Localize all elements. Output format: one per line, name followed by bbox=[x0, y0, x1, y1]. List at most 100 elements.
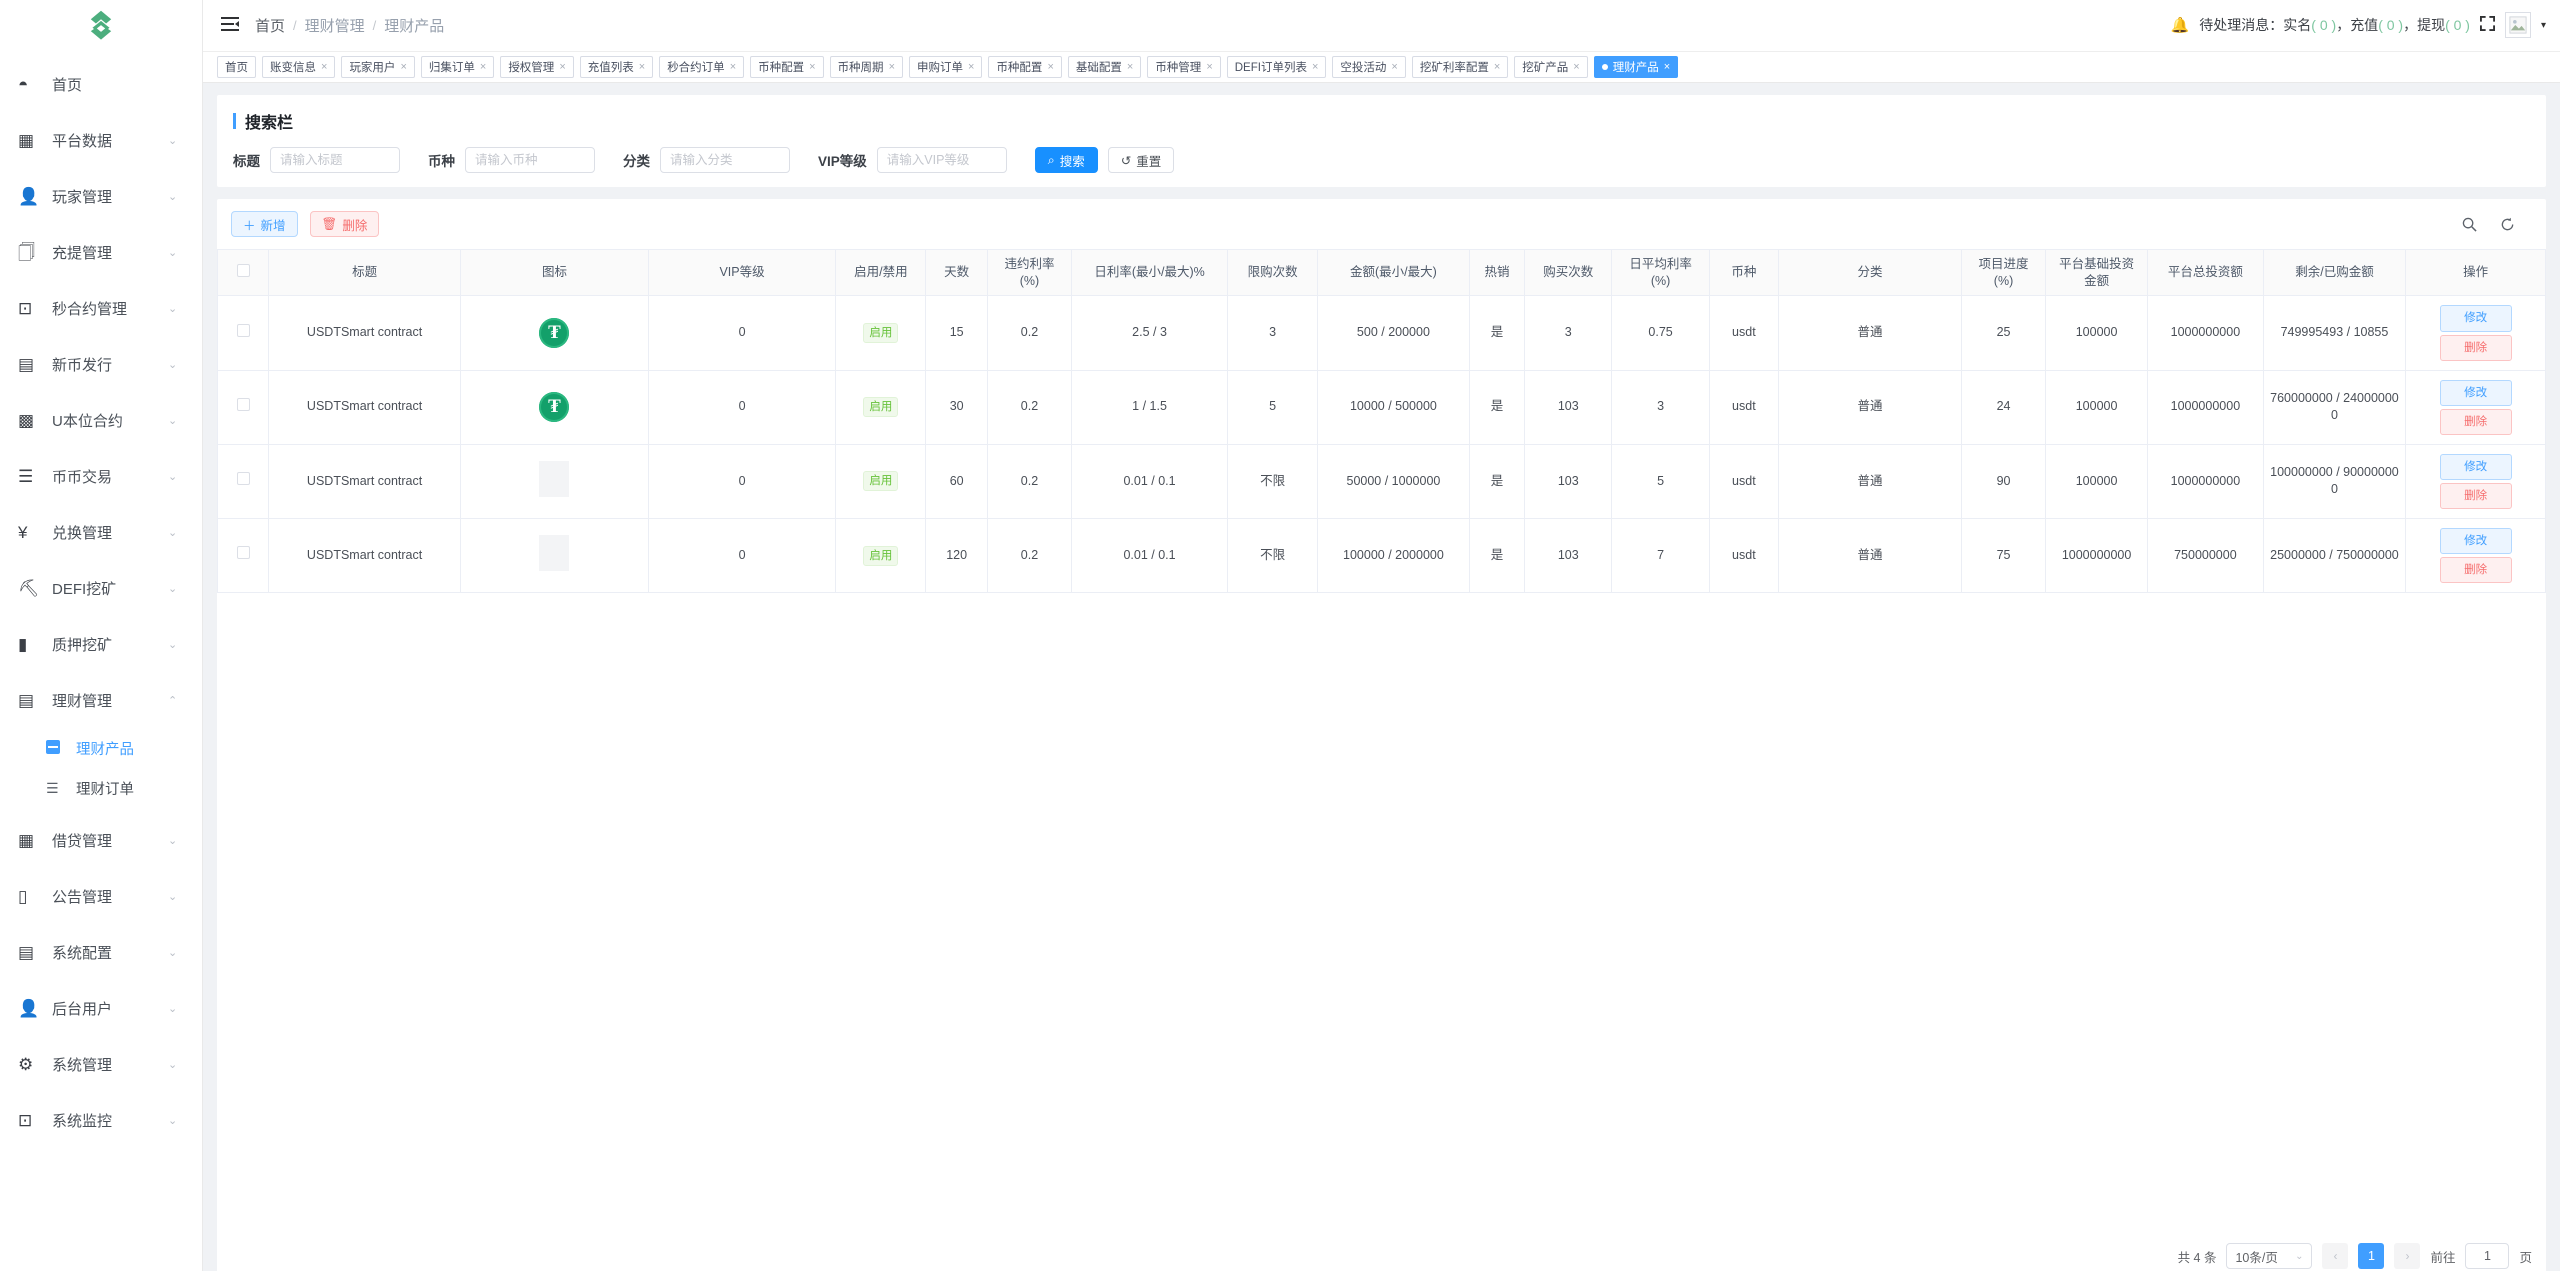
tab-17[interactable]: 理财产品× bbox=[1594, 56, 1678, 78]
search-icon[interactable] bbox=[2458, 213, 2480, 235]
chevron-down-icon[interactable]: ▾ bbox=[2541, 20, 2546, 31]
cell-penalty: 0.2 bbox=[987, 518, 1071, 592]
sidebar-item-9[interactable]: ⛏DEFI挖矿⌄ bbox=[0, 560, 202, 616]
tab-4[interactable]: 授权管理× bbox=[500, 56, 573, 78]
sidebar-item-4[interactable]: ⚙系统管理⌄ bbox=[0, 1036, 202, 1092]
edit-button[interactable]: 修改 bbox=[2440, 528, 2512, 554]
page-size-select[interactable]: 10条/页 ⌄ bbox=[2226, 1243, 2312, 1269]
close-icon[interactable]: × bbox=[480, 61, 486, 73]
delete-row-button[interactable]: 删除 bbox=[2440, 409, 2512, 435]
sidebar-item-11[interactable]: ▤理财管理⌃ bbox=[0, 672, 202, 728]
tab-0[interactable]: 首页 bbox=[217, 56, 256, 78]
search-input-3[interactable] bbox=[877, 147, 1007, 173]
search-input-0[interactable] bbox=[270, 147, 400, 173]
row-checkbox[interactable] bbox=[237, 472, 250, 485]
tab-5[interactable]: 充值列表× bbox=[580, 56, 653, 78]
close-icon[interactable]: × bbox=[400, 61, 406, 73]
close-icon[interactable]: × bbox=[968, 61, 974, 73]
close-icon[interactable]: × bbox=[1391, 61, 1397, 73]
close-icon[interactable]: × bbox=[809, 61, 815, 73]
sidebar-item-3[interactable]: 👤后台用户⌄ bbox=[0, 980, 202, 1036]
search-input-1[interactable] bbox=[465, 147, 595, 173]
avatar[interactable] bbox=[2505, 12, 2531, 38]
edit-button[interactable]: 修改 bbox=[2440, 305, 2512, 331]
delete-button[interactable]: 🗑 删除 bbox=[310, 211, 380, 237]
sidebar-subitem-0[interactable]: 理财产品 bbox=[0, 728, 202, 768]
vertical-scrollbar[interactable] bbox=[2540, 199, 2546, 1271]
sidebar-item-5[interactable]: ⊡系统监控⌄ bbox=[0, 1092, 202, 1148]
tab-12[interactable]: 币种管理× bbox=[1147, 56, 1220, 78]
sidebar-item-0[interactable]: ▦借贷管理⌄ bbox=[0, 812, 202, 868]
tab-10[interactable]: 币种配置× bbox=[988, 56, 1061, 78]
sidebar-item-8[interactable]: ¥兑换管理⌄ bbox=[0, 504, 202, 560]
close-icon[interactable]: × bbox=[639, 61, 645, 73]
cell-checkbox[interactable] bbox=[218, 296, 269, 370]
tab-14[interactable]: 空投活动× bbox=[1332, 56, 1405, 78]
pending-item-count: ( 0 ) bbox=[2378, 17, 2403, 33]
cell-checkbox[interactable] bbox=[218, 370, 269, 444]
pending-messages: 待处理消息：实名( 0 )，充值( 0 )，提现( 0 ) bbox=[2199, 15, 2470, 35]
sidebar-item-7[interactable]: ☰币币交易⌄ bbox=[0, 448, 202, 504]
sidebar-item-1[interactable]: ▯公告管理⌄ bbox=[0, 868, 202, 924]
breadcrumb-item-0[interactable]: 首页 bbox=[255, 15, 285, 36]
close-icon[interactable]: × bbox=[1127, 61, 1133, 73]
close-icon[interactable]: × bbox=[1206, 61, 1212, 73]
add-button[interactable]: ＋ 新增 bbox=[231, 211, 298, 237]
search-button[interactable]: ⌕搜索 bbox=[1035, 147, 1098, 173]
close-icon[interactable]: × bbox=[1494, 61, 1500, 73]
brand-logo[interactable] bbox=[0, 0, 202, 52]
delete-row-button[interactable]: 删除 bbox=[2440, 557, 2512, 583]
breadcrumb-item-1[interactable]: 理财管理 bbox=[305, 15, 365, 36]
close-icon[interactable]: × bbox=[889, 61, 895, 73]
tab-2[interactable]: 玩家用户× bbox=[341, 56, 414, 78]
cell-checkbox[interactable] bbox=[218, 518, 269, 592]
bell-icon[interactable]: 🔔 bbox=[2171, 16, 2190, 34]
tab-7[interactable]: 币种配置× bbox=[750, 56, 823, 78]
close-icon[interactable]: × bbox=[730, 61, 736, 73]
page-number-1[interactable]: 1 bbox=[2358, 1243, 2384, 1269]
close-icon[interactable]: × bbox=[1312, 61, 1318, 73]
sidebar-item-5[interactable]: ▤新币发行⌄ bbox=[0, 336, 202, 392]
delete-row-button[interactable]: 删除 bbox=[2440, 483, 2512, 509]
row-checkbox[interactable] bbox=[237, 398, 250, 411]
sidebar-item-2[interactable]: ▤系统配置⌄ bbox=[0, 924, 202, 980]
sidebar-item-1[interactable]: ▦平台数据⌄ bbox=[0, 112, 202, 168]
search-input-2[interactable] bbox=[660, 147, 790, 173]
col-header-checkbox[interactable] bbox=[218, 250, 269, 296]
close-icon[interactable]: × bbox=[1047, 61, 1053, 73]
tab-6[interactable]: 秒合约订单× bbox=[659, 56, 744, 78]
sidebar-item-2[interactable]: 👤玩家管理⌄ bbox=[0, 168, 202, 224]
next-page-button[interactable]: › bbox=[2394, 1243, 2420, 1269]
row-checkbox[interactable] bbox=[237, 324, 250, 337]
reset-button[interactable]: ↺重置 bbox=[1108, 147, 1175, 173]
prev-page-button[interactable]: ‹ bbox=[2322, 1243, 2348, 1269]
sidebar-subitem-1[interactable]: ☰理财订单 bbox=[0, 768, 202, 808]
edit-button[interactable]: 修改 bbox=[2440, 380, 2512, 406]
sidebar-item-0[interactable]: ◓首页 bbox=[0, 56, 202, 112]
tab-1[interactable]: 账变信息× bbox=[262, 56, 335, 78]
tab-11[interactable]: 基础配置× bbox=[1068, 56, 1141, 78]
edit-button[interactable]: 修改 bbox=[2440, 454, 2512, 480]
refresh-icon[interactable] bbox=[2496, 213, 2518, 235]
tab-9[interactable]: 申购订单× bbox=[909, 56, 982, 78]
cell-checkbox[interactable] bbox=[218, 444, 269, 518]
sidebar-item-4[interactable]: ⊡秒合约管理⌄ bbox=[0, 280, 202, 336]
sidebar-item-3[interactable]: 🗍充提管理⌄ bbox=[0, 224, 202, 280]
menu-fold-icon[interactable] bbox=[221, 16, 239, 35]
tab-3[interactable]: 归集订单× bbox=[421, 56, 494, 78]
sidebar-item-6[interactable]: ▩U本位合约⌄ bbox=[0, 392, 202, 448]
sidebar-item-10[interactable]: ▮质押挖矿⌄ bbox=[0, 616, 202, 672]
close-icon[interactable]: × bbox=[1664, 61, 1670, 73]
close-icon[interactable]: × bbox=[1573, 61, 1579, 73]
jump-page-input[interactable] bbox=[2465, 1243, 2509, 1269]
tab-13[interactable]: DEFI订单列表× bbox=[1227, 56, 1327, 78]
close-icon[interactable]: × bbox=[559, 61, 565, 73]
close-icon[interactable]: × bbox=[321, 61, 327, 73]
select-all-checkbox[interactable] bbox=[237, 264, 250, 277]
delete-row-button[interactable]: 删除 bbox=[2440, 335, 2512, 361]
fullscreen-icon[interactable] bbox=[2480, 16, 2495, 35]
tab-15[interactable]: 挖矿利率配置× bbox=[1412, 56, 1508, 78]
tab-16[interactable]: 挖矿产品× bbox=[1514, 56, 1587, 78]
tab-8[interactable]: 币种周期× bbox=[830, 56, 903, 78]
row-checkbox[interactable] bbox=[237, 546, 250, 559]
